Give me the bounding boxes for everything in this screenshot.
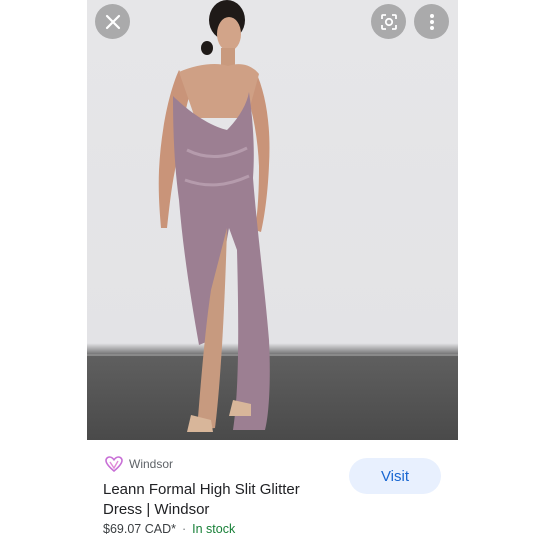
price: $69.07 CAD* bbox=[103, 522, 176, 536]
visit-button[interactable]: Visit bbox=[349, 458, 441, 494]
more-vert-icon bbox=[429, 13, 434, 30]
result-info: Windsor Leann Formal High Slit Glitter D… bbox=[87, 440, 458, 545]
close-icon bbox=[105, 14, 120, 29]
stock-status: In stock bbox=[192, 522, 236, 536]
close-button[interactable] bbox=[95, 4, 130, 39]
lens-button[interactable] bbox=[371, 4, 406, 39]
price-row: $69.07 CAD* · In stock bbox=[103, 522, 235, 536]
separator: · bbox=[181, 522, 187, 536]
source-row[interactable]: Windsor bbox=[105, 456, 173, 472]
product-image bbox=[158, 0, 270, 432]
source-name: Windsor bbox=[129, 457, 174, 471]
lens-icon bbox=[380, 13, 397, 30]
product-title[interactable]: Leann Formal High Slit Glitter Dress | W… bbox=[103, 480, 333, 520]
image-viewer[interactable] bbox=[87, 0, 458, 440]
more-options-button[interactable] bbox=[414, 4, 449, 39]
heart-logo-icon bbox=[105, 456, 123, 472]
